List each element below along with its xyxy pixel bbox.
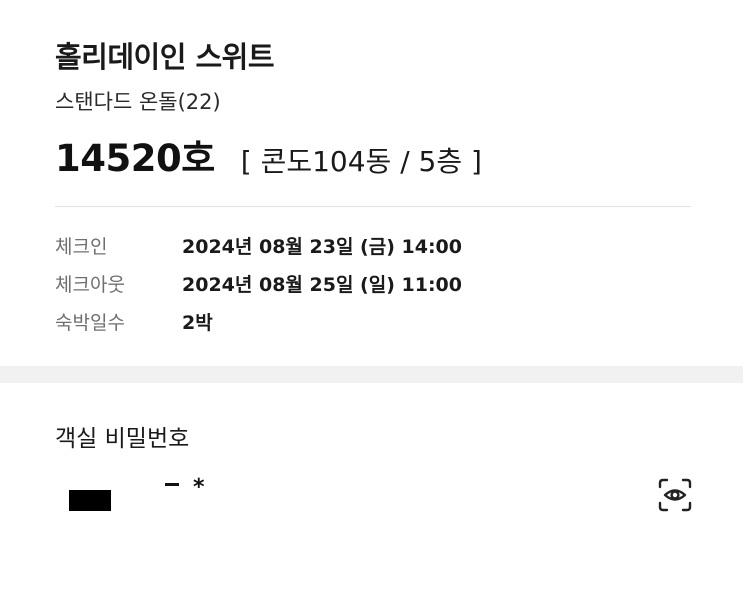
check-out-value: 2024년 08월 25일 (일) 11:00	[182, 273, 462, 296]
room-location: [ 콘도104동 / 5층 ]	[240, 145, 482, 178]
room-password-title: 객실 비밀번호	[55, 426, 190, 452]
room-type: 스탠다드 온돌(22)	[55, 90, 221, 114]
nights-label: 숙박일수	[55, 311, 125, 334]
check-out-label: 체크아웃	[55, 273, 125, 296]
check-in-row: 체크인 2024년 08월 23일 (금) 14:00	[55, 232, 462, 258]
room-password-value: *	[193, 475, 205, 500]
room-info: 14520호 [ 콘도104동 / 5층 ]	[55, 128, 482, 180]
reservation-summary-card: 홀리데이인 스위트 스탠다드 온돌(22) 14520호 [ 콘도104동 / …	[0, 0, 743, 366]
reservation-screen: 홀리데이인 스위트 스탠다드 온돌(22) 14520호 [ 콘도104동 / …	[0, 0, 743, 613]
check-in-label: 체크인	[55, 235, 108, 258]
eye-icon	[658, 478, 692, 512]
nights-value: 2박	[182, 311, 213, 334]
room-number: 14520호	[55, 137, 215, 180]
section-separator	[0, 366, 743, 383]
hotel-name: 홀리데이인 스위트	[55, 40, 275, 74]
show-password-button[interactable]	[655, 475, 695, 515]
password-mark	[165, 483, 179, 486]
divider	[55, 206, 691, 207]
check-out-row: 체크아웃 2024년 08월 25일 (일) 11:00	[55, 270, 462, 296]
redacted-password-block	[69, 490, 111, 511]
check-in-value: 2024년 08월 23일 (금) 14:00	[182, 235, 462, 258]
nights-row: 숙박일수 2박	[55, 308, 213, 334]
room-password-card: 객실 비밀번호 *	[0, 383, 743, 613]
